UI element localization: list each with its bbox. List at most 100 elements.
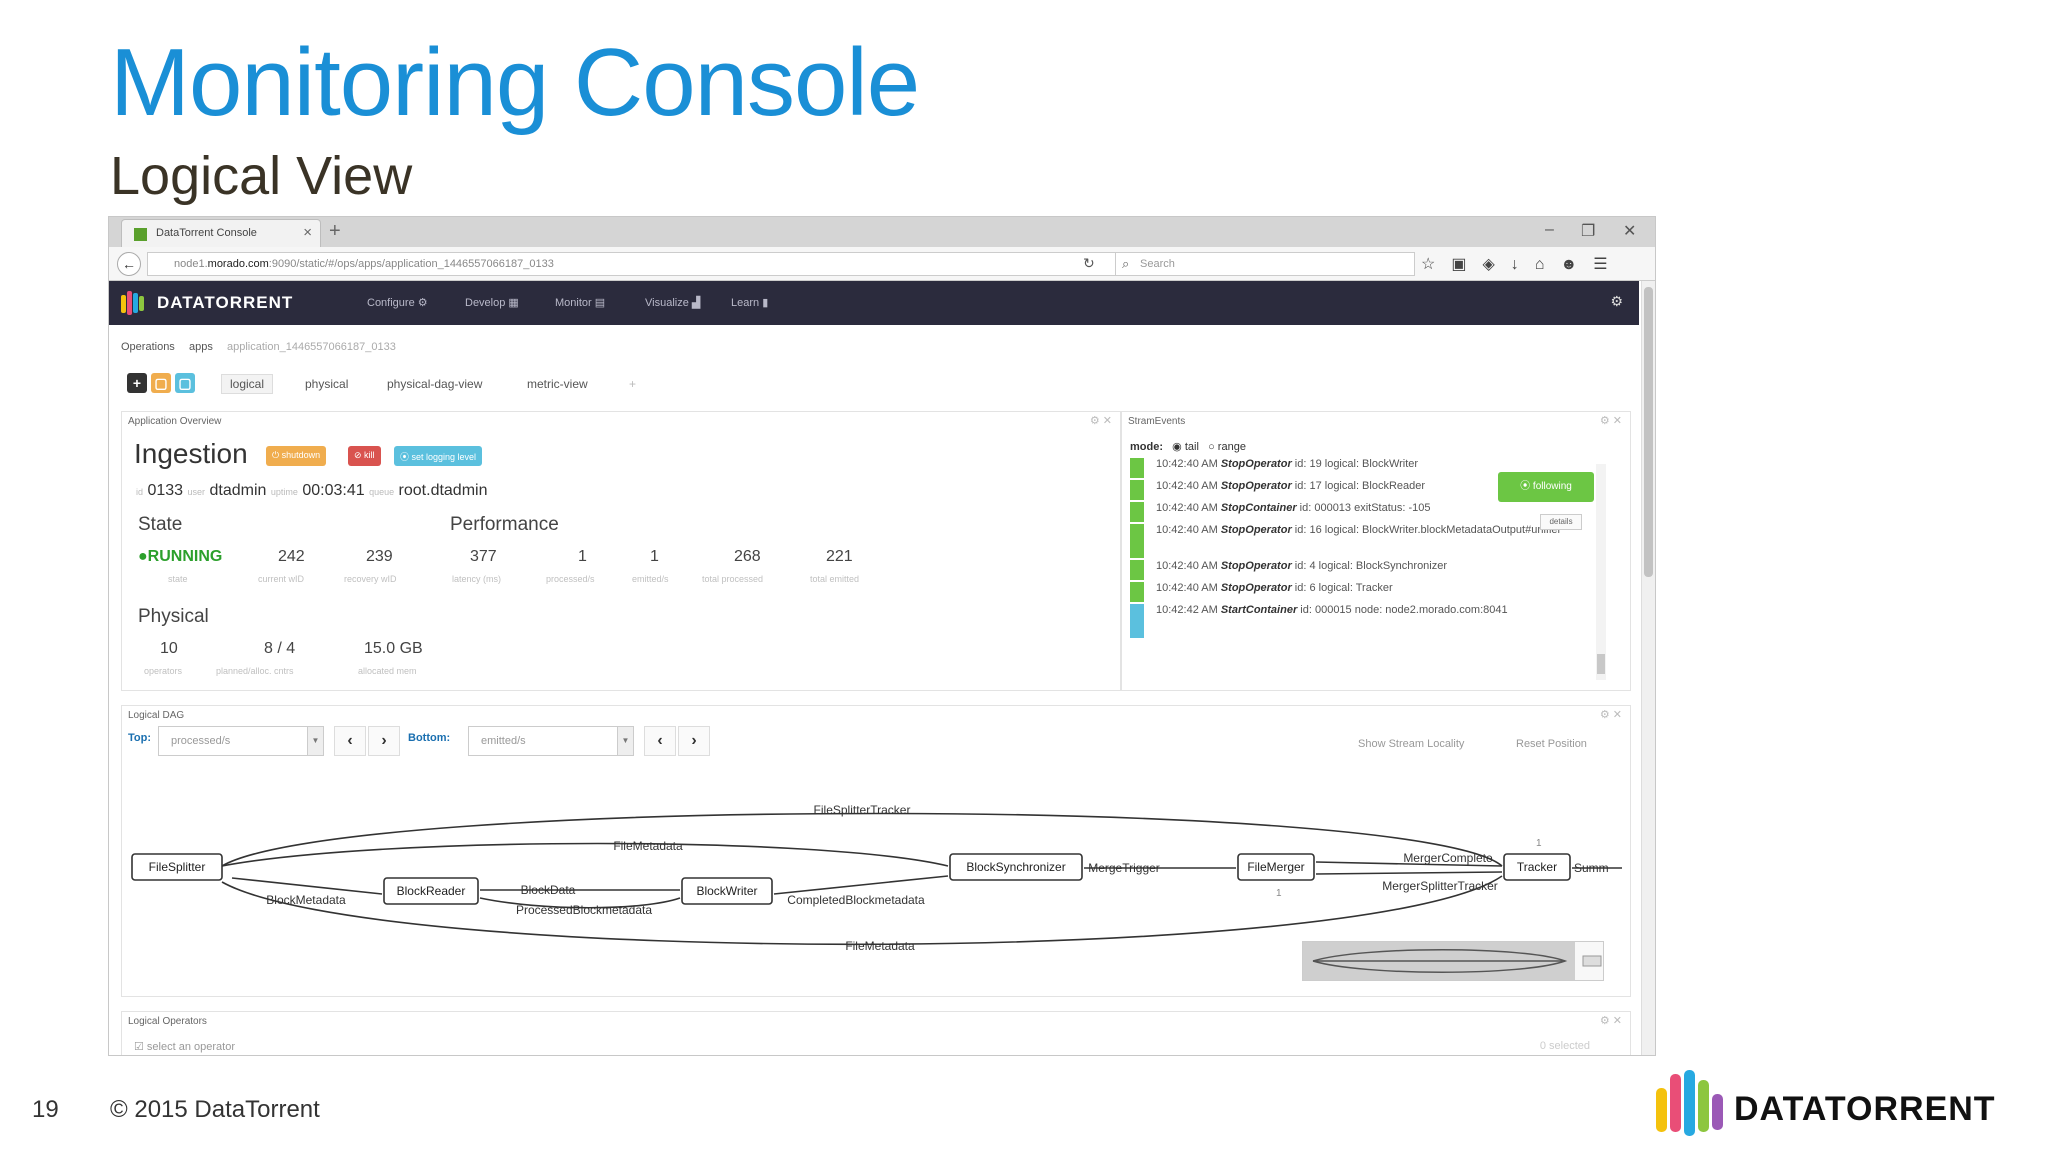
app-meta: id 0133 user dtadmin uptime 00:03:41 que… — [136, 482, 487, 500]
event-detail: id: 19 logical: BlockWriter — [1291, 458, 1419, 470]
event-item[interactable]: 10:42:42 AM StartContainer id: 000015 no… — [1130, 604, 1590, 638]
event-detail: id: 000015 node: node2.morado.com:8041 — [1297, 604, 1508, 616]
dag-edge-label: FileMetadata — [845, 939, 915, 953]
page-scrollbar[interactable] — [1641, 281, 1655, 1055]
browser-toolbar-icons[interactable]: ☆▣◈↓⌂☻☰ — [1421, 254, 1624, 274]
copyright-text: © 2015 DataTorrent — [110, 1096, 320, 1123]
queue-label: queue — [369, 487, 395, 497]
settings-gear-icon[interactable]: ⚙ — [1610, 293, 1623, 310]
scrollbar-thumb[interactable] — [1644, 287, 1653, 577]
performance-heading: Performance — [450, 514, 559, 535]
event-item[interactable]: 10:42:40 AM StopOperator id: 16 logical:… — [1130, 524, 1590, 558]
browser-tab[interactable]: DataTorrent Console × — [121, 219, 321, 247]
close-tab-icon[interactable]: × — [303, 224, 312, 241]
menu-develop[interactable]: Develop ▦ — [465, 296, 519, 309]
dag-node-label[interactable]: FileMerger — [1247, 860, 1304, 874]
panel-controls-icon[interactable]: ⚙ ✕ — [1600, 1014, 1622, 1027]
logical-operators-panel: Logical Operators ⚙ ✕ ☑ select an operat… — [121, 1011, 1631, 1055]
top-next-button[interactable]: › — [368, 726, 400, 756]
event-name: StartContainer — [1220, 604, 1298, 616]
emitted-per-sec-label: emitted/s — [632, 574, 669, 584]
restore-icon[interactable]: ❐ — [1581, 221, 1595, 241]
add-widget-button[interactable]: + — [127, 373, 147, 393]
menu-monitor[interactable]: Monitor ▤ — [555, 296, 605, 309]
back-arrow-icon[interactable]: ← — [117, 252, 141, 276]
radio-tail-icon[interactable]: ◉ — [1172, 441, 1182, 453]
state-label: state — [168, 574, 188, 584]
event-status-bar — [1130, 524, 1144, 558]
stram-events-panel: StramEvents ⚙ ✕ mode: ◉ tail ○ range 10:… — [1121, 411, 1631, 691]
event-item[interactable]: 10:42:40 AM StopOperator id: 4 logical: … — [1130, 560, 1590, 580]
layout-button-blue[interactable]: ▢ — [175, 373, 195, 393]
tab-physical-dag-view[interactable]: physical-dag-view — [387, 377, 482, 391]
event-scrollbar[interactable] — [1596, 464, 1606, 680]
operator-search-input[interactable]: ☑ select an operator — [134, 1040, 235, 1053]
radio-range-icon[interactable]: ○ — [1208, 441, 1215, 453]
kill-button[interactable]: ⊘ kill — [348, 446, 381, 466]
edge-filemetadata-top[interactable] — [221, 842, 949, 867]
event-item[interactable]: 10:42:40 AM StopContainer id: 000013 exi… — [1130, 502, 1590, 522]
tab-physical[interactable]: physical — [305, 377, 348, 391]
event-detail: id: 4 logical: BlockSynchronizer — [1291, 560, 1448, 572]
close-window-icon[interactable]: ✕ — [1623, 221, 1636, 241]
browser-window: DataTorrent Console × + – ❐ ✕ ← node1.mo… — [108, 216, 1656, 1056]
reload-icon[interactable]: ↻ — [1083, 255, 1095, 272]
reset-position-link[interactable]: Reset Position — [1516, 738, 1587, 750]
breadcrumb-operations[interactable]: Operations — [121, 341, 175, 353]
dag-node-label[interactable]: FileSplitter — [149, 860, 206, 874]
set-logging-level-button[interactable]: ⦿ set logging level — [394, 446, 483, 466]
event-scroll-thumb[interactable] — [1597, 654, 1605, 674]
event-detail: id: 000013 exitStatus: -105 — [1296, 502, 1431, 514]
menu-learn[interactable]: Learn ▮ — [731, 296, 768, 309]
mode-range-label[interactable]: range — [1218, 441, 1246, 453]
event-time: 10:42:40 AM — [1156, 458, 1221, 470]
dag-node-label[interactable]: BlockReader — [397, 884, 466, 898]
edge-blockmetadata[interactable] — [231, 877, 383, 895]
edge-mergersplittertracker[interactable] — [1315, 871, 1503, 875]
add-tab-icon[interactable]: + — [629, 377, 636, 391]
queue-value: root.dtadmin — [398, 482, 488, 499]
breadcrumb-apps[interactable]: apps — [189, 341, 213, 353]
search-placeholder: Search — [1140, 258, 1175, 270]
minimize-icon[interactable]: – — [1545, 221, 1554, 239]
dag-node-label[interactable]: BlockSynchronizer — [966, 860, 1065, 874]
shutdown-button[interactable]: ⏻ shutdown — [266, 446, 327, 466]
dag-edge-label: FileMetadata — [613, 839, 683, 853]
menu-configure[interactable]: Configure ⚙ — [367, 296, 428, 309]
top-prev-button[interactable]: ‹ — [334, 726, 366, 756]
panel-controls-icon[interactable]: ⚙ ✕ — [1600, 708, 1622, 721]
dag-node-label[interactable]: BlockWriter — [696, 884, 757, 898]
show-stream-locality-link[interactable]: Show Stream Locality — [1358, 738, 1464, 750]
bottom-metric-select[interactable]: emitted/s ▼ — [468, 726, 634, 756]
allocated-mem-value: 15.0 GB — [364, 640, 423, 657]
layout-button-orange[interactable]: ▢ — [151, 373, 171, 393]
url-host: morado.com — [207, 258, 269, 270]
url-path: :9090/static/#/ops/apps/application_1446… — [268, 258, 554, 270]
new-tab-icon[interactable]: + — [329, 220, 341, 243]
browser-search-input[interactable]: ⌕ Search — [1115, 252, 1415, 276]
datatorrent-footer-logo-icon — [1656, 1070, 1723, 1140]
url-bar[interactable]: node1.morado.com:9090/static/#/ops/apps/… — [147, 252, 1207, 276]
dag-node-label[interactable]: Tracker — [1517, 860, 1557, 874]
top-metric-label: Top: — [128, 732, 152, 744]
bottom-prev-button[interactable]: ‹ — [644, 726, 676, 756]
bottom-next-button[interactable]: › — [678, 726, 710, 756]
details-button[interactable]: details — [1540, 514, 1582, 530]
event-status-bar — [1130, 560, 1144, 580]
dag-minimap[interactable] — [1302, 941, 1604, 981]
event-item[interactable]: 10:42:40 AM StopOperator id: 6 logical: … — [1130, 582, 1590, 602]
menu-visualize[interactable]: Visualize ▟ — [645, 296, 700, 309]
following-button[interactable]: ⦿ following — [1498, 472, 1594, 502]
app-navbar: DATATORRENT Configure ⚙ Develop ▦ Monito… — [109, 281, 1639, 325]
panel-controls-icon[interactable]: ⚙ ✕ — [1600, 414, 1622, 427]
tab-metric-view[interactable]: metric-view — [527, 377, 588, 391]
panel-controls-icon[interactable]: ⚙ ✕ — [1090, 414, 1112, 427]
user-value: dtadmin — [209, 482, 267, 499]
chevron-down-icon: ▼ — [617, 727, 633, 755]
mode-tail-label[interactable]: tail — [1185, 441, 1199, 453]
tab-logical[interactable]: logical — [221, 374, 274, 394]
recovery-wid-value: 239 — [366, 548, 393, 565]
processed-per-sec-label: processed/s — [546, 574, 595, 584]
edge-completedblockmetadata[interactable] — [773, 875, 949, 895]
top-metric-select[interactable]: processed/s ▼ — [158, 726, 324, 756]
